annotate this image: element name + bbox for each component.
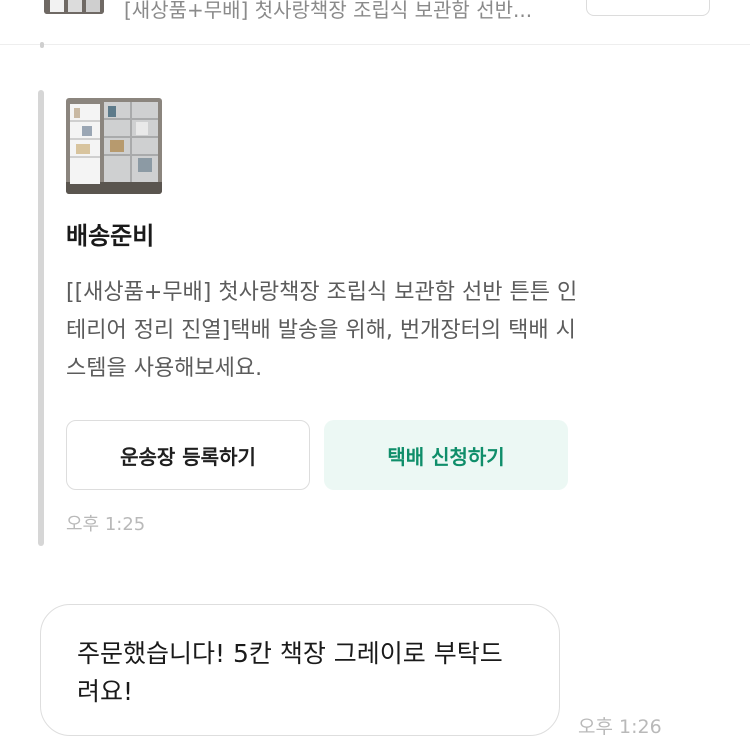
status-timestamp: 오후 1:25 [66,514,146,535]
product-thumbnail[interactable] [66,98,162,194]
delivery-status-message: 배송준비 [[새상품+무배] 첫사랑책장 조립식 보관함 선반 튼튼 인테리어 … [38,90,598,546]
top-action-button[interactable] [586,0,710,16]
status-title: 배송준비 [66,222,155,250]
top-product-thumbnail [44,0,104,14]
message-side-rule [38,90,44,546]
chat-message-text: 주문했습니다! 5칸 책장 그레이로 부탁드려요! [77,639,503,706]
chat-bubble: 주문했습니다! 5칸 책장 그레이로 부탁드려요! [40,604,560,736]
divider-mark [40,42,44,48]
status-description: [[새상품+무배] 첫사랑책장 조립식 보관함 선반 튼튼 인테리어 정리 진열… [66,280,578,381]
top-product-title[interactable]: [새상품+무배] 첫사랑책장 조립식 보관함 선반... [124,0,574,23]
register-waybill-button[interactable]: 운송장 등록하기 [66,420,310,490]
request-delivery-button[interactable]: 택배 신청하기 [324,420,568,490]
chat-timestamp: 오후 1:26 [578,716,662,738]
top-product-bar[interactable]: [새상품+무배] 첫사랑책장 조립식 보관함 선반... [0,0,750,45]
